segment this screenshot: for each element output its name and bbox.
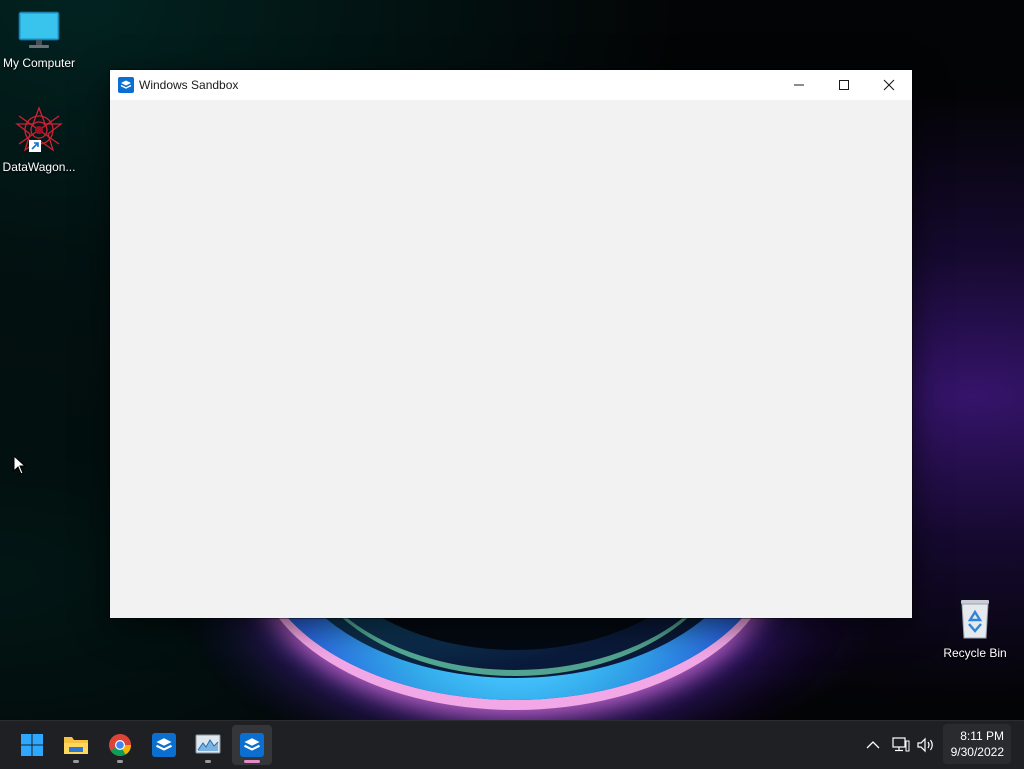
desktop-icon-my-computer[interactable]: My Computer: [1, 10, 77, 70]
close-icon: [883, 79, 895, 91]
close-button[interactable]: [866, 70, 912, 100]
mouse-cursor-icon: [13, 455, 27, 475]
sandbox-icon: [152, 733, 176, 757]
desktop-icon-datawagon[interactable]: DataWagon...: [1, 106, 77, 174]
desktop-icon-label: My Computer: [2, 56, 76, 70]
taskbar-start-button[interactable]: [12, 725, 52, 765]
window-titlebar[interactable]: Windows Sandbox: [110, 70, 912, 100]
desktop-icon-label: DataWagon...: [2, 160, 76, 174]
datawagon-shortcut-icon: [15, 106, 63, 152]
taskbar-chrome[interactable]: [100, 725, 140, 765]
taskbar: [0, 720, 1024, 769]
folder-icon: [64, 737, 88, 754]
clock-date: 9/30/2022: [950, 745, 1004, 759]
taskbar-performance-monitor[interactable]: [188, 725, 228, 765]
windows-start-icon: [21, 734, 43, 756]
network-button[interactable]: [891, 735, 911, 755]
clock-time: 8:11 PM: [960, 729, 1004, 743]
volume-button[interactable]: [916, 735, 936, 755]
sandbox-icon: [240, 733, 264, 757]
taskbar-clock[interactable]: 8:11 PM 9/30/2022: [943, 724, 1011, 764]
monitor-icon: [18, 11, 60, 48]
show-hidden-icons-button[interactable]: [863, 735, 883, 755]
sandbox-client-area[interactable]: [110, 100, 912, 618]
recycle-bin-icon: [961, 600, 989, 639]
volume-icon: [917, 737, 933, 753]
network-icon: [892, 737, 910, 752]
taskbar-windows-sandbox-pinned[interactable]: [144, 725, 184, 765]
chevron-up-icon: [866, 741, 880, 749]
windows-sandbox-window[interactable]: Windows Sandbox: [110, 70, 912, 618]
minimize-icon: [794, 84, 804, 86]
taskbar-windows-sandbox-running[interactable]: [232, 725, 272, 765]
window-title: Windows Sandbox: [139, 78, 239, 92]
sandbox-icon: [118, 77, 134, 93]
desktop-icon-recycle-bin[interactable]: Recycle Bin: [937, 596, 1013, 660]
chrome-icon: [109, 734, 131, 756]
maximize-button[interactable]: [821, 70, 867, 100]
desktop-icon-label: Recycle Bin: [943, 646, 1007, 660]
chart-monitor-icon: [195, 734, 221, 754]
minimize-button[interactable]: [776, 70, 822, 100]
taskbar-file-explorer[interactable]: [56, 725, 96, 765]
maximize-icon: [839, 80, 849, 90]
